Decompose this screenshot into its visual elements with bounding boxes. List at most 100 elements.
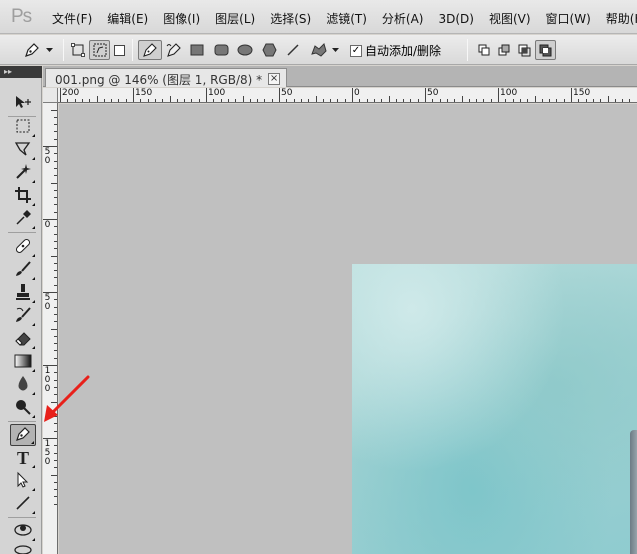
intersect-path-button[interactable]: [515, 40, 533, 60]
menu-image[interactable]: 图像(I): [163, 10, 200, 27]
clone-stamp-tool[interactable]: [10, 282, 36, 304]
horizontal-ruler[interactable]: 200 150 100 50 0 50 100 150: [58, 88, 637, 103]
tool-preset-picker[interactable]: [18, 40, 58, 60]
ruler-minor-tick: [51, 182, 57, 184]
pen-tool-option[interactable]: [138, 40, 162, 60]
ruler-minor-tick: [162, 99, 164, 102]
add-to-path-button[interactable]: [475, 40, 493, 60]
ruler-minor-tick: [600, 99, 602, 102]
ruler-minor-tick: [257, 99, 259, 102]
line-icon: [15, 495, 31, 514]
eyedropper-tool[interactable]: [10, 208, 36, 230]
auto-add-delete-checkbox[interactable]: ✓: [350, 44, 362, 57]
ruler-minor-tick: [54, 379, 57, 381]
ruler-label: 100: [500, 88, 518, 98]
stamp-icon: [14, 283, 32, 304]
rectangle-option[interactable]: [187, 40, 207, 60]
options-bar: ✓ 自动添加/删除: [0, 35, 637, 65]
vertical-ruler[interactable]: 10050050100150: [43, 103, 58, 554]
photoshop-logo: Ps: [11, 6, 32, 27]
ruler-minor-tick: [54, 445, 57, 447]
ruler-minor-tick: [89, 99, 91, 102]
ruler-minor-tick: [54, 357, 57, 359]
ruler-label: 100: [208, 88, 226, 98]
ellipse-option[interactable]: [234, 40, 256, 60]
ruler-minor-tick: [300, 99, 302, 102]
line-tool[interactable]: [10, 493, 36, 515]
auto-add-delete-option[interactable]: ✓ 自动添加/删除: [350, 42, 441, 59]
pen-tool[interactable]: [10, 424, 36, 446]
gradient-tool[interactable]: [10, 351, 36, 373]
ruler-origin[interactable]: [43, 88, 58, 103]
tools-panel-grip[interactable]: ▸▸: [0, 66, 42, 78]
ruler-label: 0: [44, 220, 51, 230]
ruler-minor-tick: [74, 99, 76, 102]
ruler-major-tick: [60, 88, 61, 102]
shape-layers-button[interactable]: [68, 40, 88, 60]
ruler-minor-tick: [67, 99, 69, 102]
document-tab[interactable]: 001.png @ 146% (图层 1, RGB/8) * ×: [45, 68, 288, 87]
rect-marquee-icon: [15, 118, 31, 137]
ruler-label: 200: [62, 88, 80, 98]
custom-shape-option[interactable]: [305, 40, 343, 60]
ruler-minor-tick: [556, 99, 558, 102]
ruler-minor-tick: [264, 99, 266, 102]
ruler-minor-tick: [54, 467, 57, 469]
menu-edit[interactable]: 编辑(E): [107, 10, 148, 27]
ruler-minor-tick: [220, 99, 222, 102]
menu-layer[interactable]: 图层(L): [215, 10, 255, 27]
ruler-minor-tick: [54, 240, 57, 242]
type-icon: T: [16, 448, 29, 468]
type-tool[interactable]: T: [10, 447, 36, 469]
menu-view[interactable]: 视图(V): [489, 10, 531, 27]
rounded-rectangle-icon: [214, 44, 229, 56]
menu-bar: Ps 文件(F) 编辑(E) 图像(I) 图层(L) 选择(S) 滤镜(T) 分析(A) 3D…: [0, 0, 637, 34]
ruler-minor-tick: [81, 99, 83, 102]
ruler-minor-tick: [512, 99, 514, 102]
menu-select[interactable]: 选择(S): [270, 10, 311, 27]
exclude-overlap-button[interactable]: [535, 40, 556, 60]
eraser-tool[interactable]: [10, 328, 36, 350]
magic-wand-tool[interactable]: [10, 162, 36, 184]
canvas-workspace[interactable]: [59, 104, 637, 554]
history-brush-tool[interactable]: [10, 305, 36, 327]
blur-tool[interactable]: [10, 374, 36, 396]
menu-window[interactable]: 窗口(W): [546, 10, 591, 27]
ruler-minor-tick: [54, 167, 57, 169]
3d-rotate-tool[interactable]: [10, 520, 36, 542]
menu-analysis[interactable]: 分析(A): [382, 10, 424, 27]
ruler-minor-tick: [147, 99, 149, 102]
ruler-minor-tick: [322, 99, 324, 102]
crop-tool[interactable]: [10, 185, 36, 207]
lasso-tool[interactable]: [10, 139, 36, 161]
3d-orbit-tool[interactable]: [10, 543, 36, 554]
ruler-minor-tick: [54, 459, 57, 461]
line-icon: [286, 43, 300, 57]
paths-mode-button[interactable]: [89, 40, 110, 60]
brush-tool[interactable]: [10, 259, 36, 281]
rounded-rectangle-option[interactable]: [210, 40, 232, 60]
fill-pixels-button[interactable]: [111, 40, 127, 60]
dodge-tool[interactable]: [10, 397, 36, 419]
menu-file[interactable]: 文件(F): [52, 10, 92, 27]
polygon-option[interactable]: [258, 40, 280, 60]
menu-help[interactable]: 帮助(H): [606, 10, 637, 27]
close-icon[interactable]: ×: [268, 73, 281, 85]
tools-panel: ▸▸ T: [0, 66, 42, 554]
line-option[interactable]: [282, 40, 304, 60]
ruler-minor-tick: [54, 416, 57, 418]
ruler-minor-tick: [388, 96, 390, 102]
freeform-pen-option[interactable]: [163, 40, 185, 60]
add-to-path-icon: [478, 44, 491, 57]
ruler-minor-tick: [54, 386, 57, 388]
move-tool[interactable]: [10, 92, 36, 114]
ruler-minor-tick: [490, 99, 492, 102]
healing-brush-tool[interactable]: [10, 236, 36, 258]
subtract-from-path-button[interactable]: [495, 40, 513, 60]
path-selection-tool[interactable]: [10, 470, 36, 492]
document-image[interactable]: [352, 264, 637, 554]
ruler-major-tick: [425, 88, 426, 102]
menu-3d[interactable]: 3D(D): [438, 12, 473, 26]
menu-filter[interactable]: 滤镜(T): [326, 10, 367, 27]
marquee-tool[interactable]: [10, 116, 36, 138]
